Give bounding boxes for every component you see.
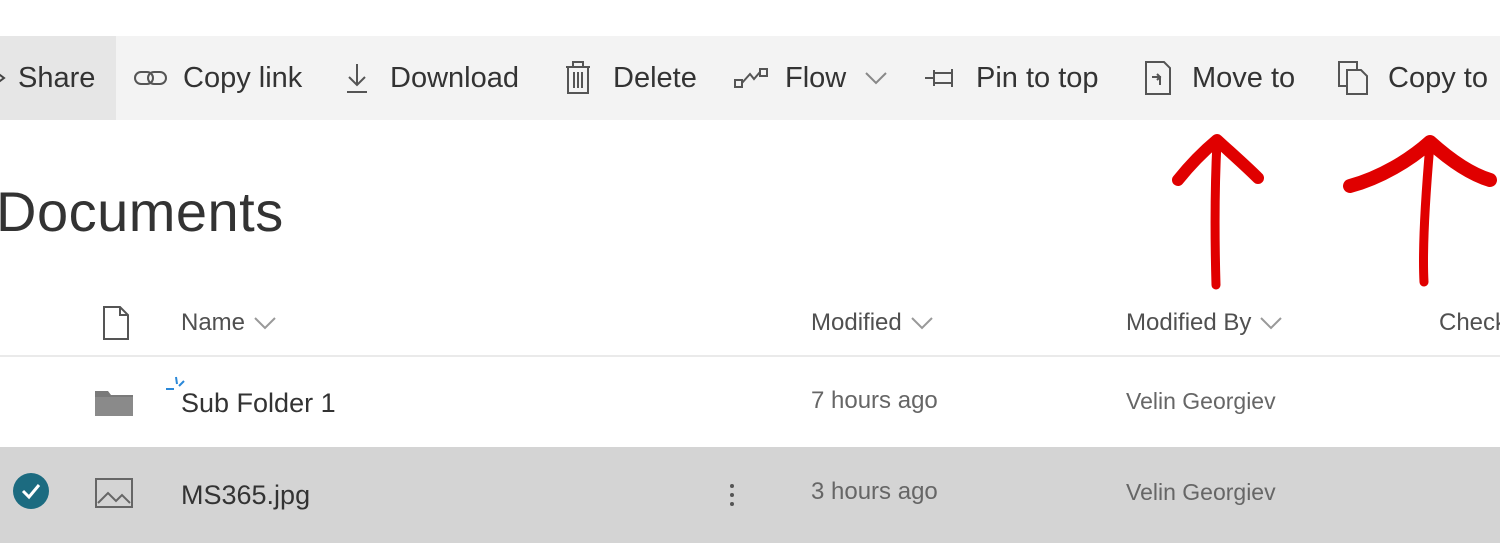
flow-icon xyxy=(733,66,769,90)
download-button[interactable]: Download xyxy=(344,36,519,120)
delete-label: Delete xyxy=(613,61,697,94)
column-header-checked-out[interactable]: Check xyxy=(1439,305,1500,341)
modified-header-label: Modified xyxy=(811,309,902,336)
dot xyxy=(730,502,734,506)
copy-link-label: Copy link xyxy=(183,61,303,94)
move-to-icon xyxy=(1142,59,1174,97)
pin-to-top-button[interactable]: Pin to top xyxy=(924,36,1099,120)
row-name[interactable]: Sub Folder 1 xyxy=(181,388,336,419)
download-label: Download xyxy=(390,61,519,94)
flow-button[interactable]: Flow xyxy=(733,36,888,120)
chevron-down-icon xyxy=(864,71,888,85)
copy-to-label: Copy to xyxy=(1388,61,1488,94)
pin-to-top-label: Pin to top xyxy=(976,61,1099,94)
table-row-selected[interactable]: MS365.jpg 3 hours ago Velin Georgiev xyxy=(0,447,1500,543)
row-modified: 7 hours ago xyxy=(811,387,938,414)
column-header-modified-by[interactable]: Modified By xyxy=(1126,305,1283,341)
dot xyxy=(730,493,734,497)
folder-icon xyxy=(94,387,134,417)
name-header-label: Name xyxy=(181,309,246,336)
trash-icon xyxy=(563,60,593,96)
copy-to-button[interactable]: Copy to xyxy=(1336,36,1488,120)
download-icon xyxy=(344,61,370,95)
row-name-link[interactable]: Sub Folder 1 xyxy=(181,383,336,423)
annotation-arrow-icon xyxy=(1172,134,1264,290)
chevron-down-icon xyxy=(910,316,934,330)
file-type-header-icon[interactable] xyxy=(100,305,132,341)
move-to-label: Move to xyxy=(1192,61,1296,94)
dot xyxy=(730,484,734,488)
column-header-modified[interactable]: Modified xyxy=(811,305,934,341)
table-row[interactable]: Sub Folder 1 7 hours ago Velin Georgiev xyxy=(0,357,1500,447)
pin-icon xyxy=(924,66,962,90)
link-icon xyxy=(133,66,169,90)
delete-button[interactable]: Delete xyxy=(563,36,697,120)
document-library-page: Share Copy link Download Delete Flow Pin… xyxy=(0,0,1500,543)
row-modified: 3 hours ago xyxy=(811,478,938,505)
column-header-name[interactable]: Name xyxy=(181,305,277,341)
modified-by-header-label: Modified By xyxy=(1126,309,1252,336)
flow-label: Flow xyxy=(785,61,847,94)
more-options-icon[interactable] xyxy=(722,475,742,515)
share-label: Share xyxy=(18,61,96,94)
move-to-button[interactable]: Move to xyxy=(1142,36,1295,120)
annotation-arrow-icon xyxy=(1343,135,1497,287)
row-modified-by[interactable]: Velin Georgiev xyxy=(1126,472,1276,512)
row-modified-by[interactable]: Velin Georgiev xyxy=(1126,381,1276,421)
command-bar: Share Copy link Download Delete Flow Pin… xyxy=(0,36,1500,120)
share-arrow-icon xyxy=(0,68,8,88)
row-checkmark-icon[interactable] xyxy=(13,473,49,509)
copy-to-icon xyxy=(1336,59,1370,97)
row-name[interactable]: MS365.jpg xyxy=(181,480,310,511)
chevron-down-icon xyxy=(1259,316,1283,330)
checked-out-header-label: Check xyxy=(1439,309,1500,336)
copy-link-button[interactable]: Copy link xyxy=(133,36,302,120)
page-title: Documents xyxy=(0,180,284,243)
share-button[interactable]: Share xyxy=(0,36,116,120)
chevron-down-icon xyxy=(253,316,277,330)
image-file-icon xyxy=(94,477,134,509)
row-name-link[interactable]: MS365.jpg xyxy=(181,473,310,517)
